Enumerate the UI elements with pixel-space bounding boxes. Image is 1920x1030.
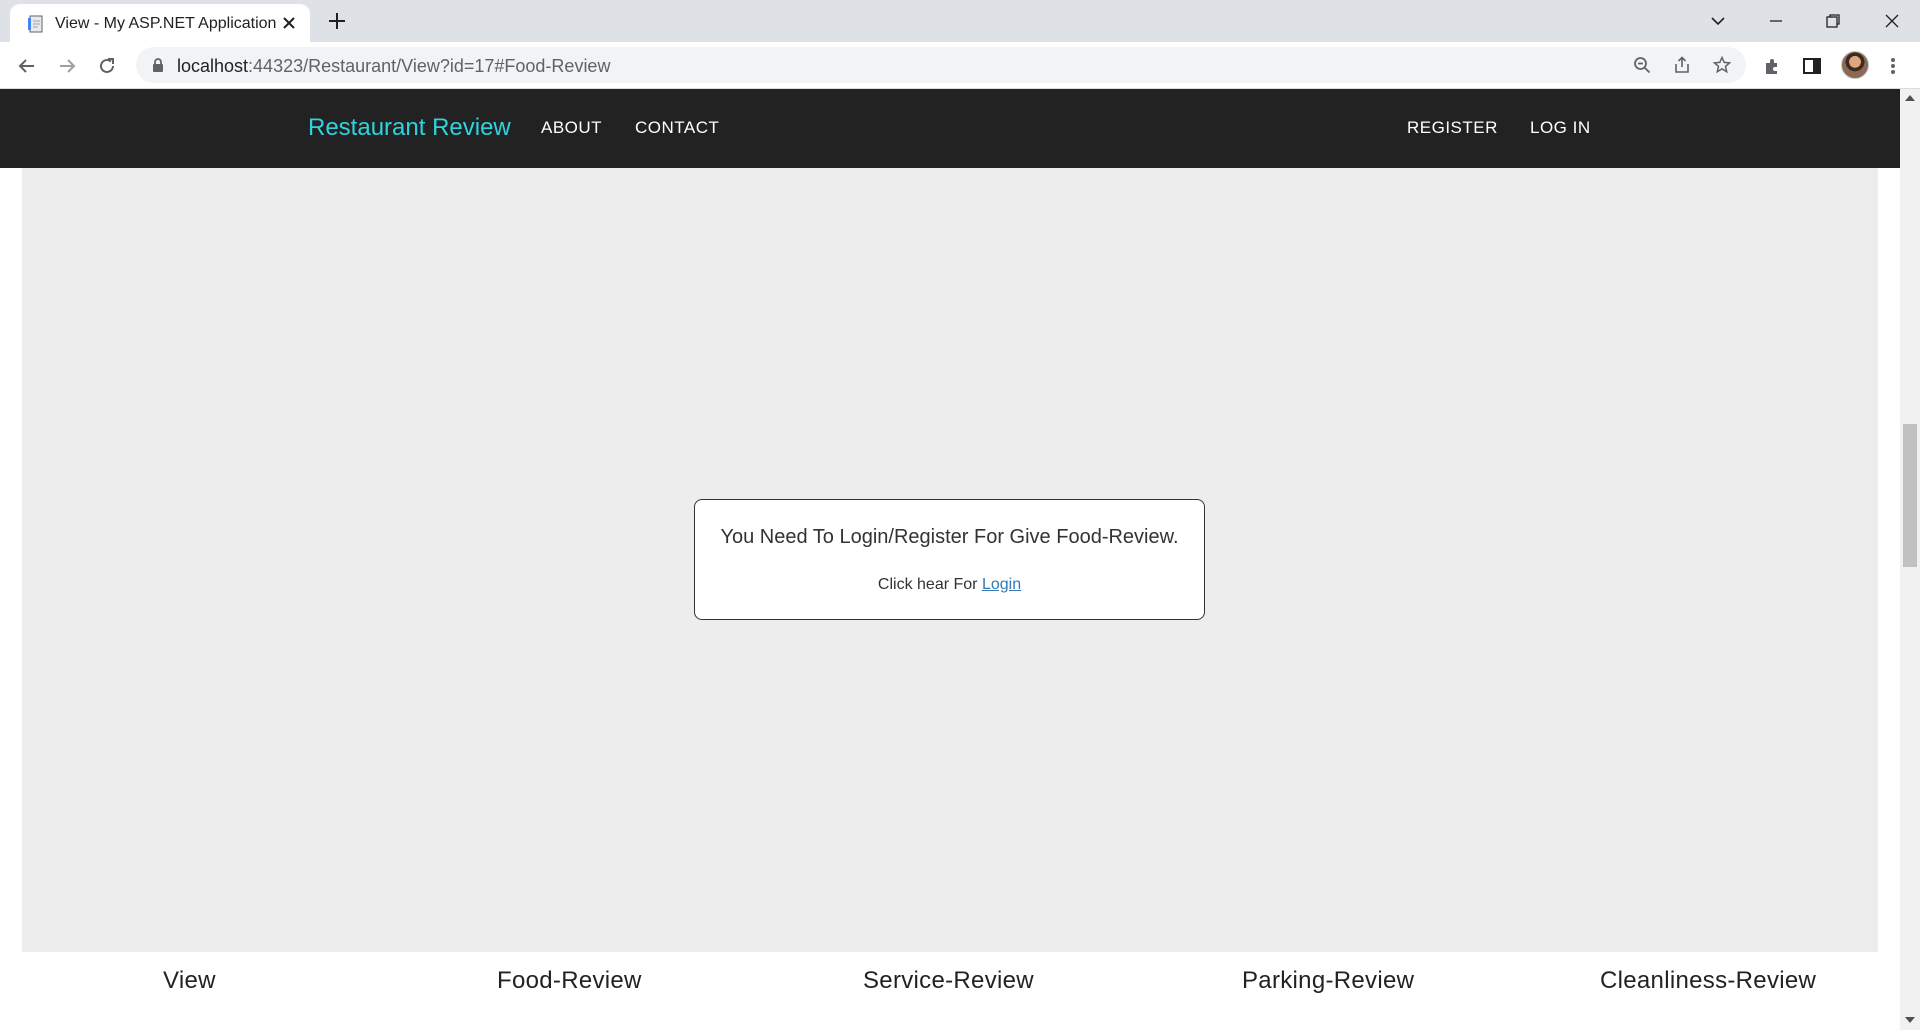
tab-cleanliness-review[interactable]: Cleanliness-Review <box>1600 967 1816 995</box>
extensions-icon[interactable] <box>1760 54 1784 78</box>
kebab-menu-icon[interactable] <box>1881 54 1905 78</box>
tab-title: View - My ASP.NET Application <box>55 15 277 32</box>
nav-about-link[interactable]: ABOUT <box>541 118 602 138</box>
tab-view[interactable]: View <box>163 967 216 995</box>
page-icon <box>28 15 43 33</box>
tab-service-review[interactable]: Service-Review <box>863 967 1034 995</box>
close-window-icon[interactable] <box>1872 6 1912 36</box>
tab-search-icon[interactable] <box>1698 6 1738 36</box>
page-viewport: Restaurant Review ABOUT CONTACT REGISTER… <box>0 89 1920 1030</box>
review-tab-bar: View Food-Review Service-Review Parking-… <box>0 952 1900 1030</box>
new-tab-icon[interactable] <box>326 10 348 32</box>
forward-icon[interactable] <box>55 54 79 78</box>
nav-login-link[interactable]: LOG IN <box>1530 118 1591 138</box>
login-required-notice: You Need To Login/Register For Give Food… <box>694 499 1205 620</box>
brand-link[interactable]: Restaurant Review <box>308 114 511 142</box>
share-icon[interactable] <box>1671 54 1693 76</box>
address-bar[interactable]: localhost:44323/Restaurant/View?id=17#Fo… <box>136 47 1746 83</box>
browser-tab[interactable]: View - My ASP.NET Application <box>10 4 310 42</box>
notice-login-line: Click hear For Login <box>695 576 1204 594</box>
close-tab-icon[interactable] <box>280 14 298 32</box>
side-panel-icon[interactable] <box>1800 54 1824 78</box>
nav-contact-link[interactable]: CONTACT <box>635 118 719 138</box>
back-icon[interactable] <box>15 54 39 78</box>
scroll-up-arrow-icon[interactable] <box>1905 95 1915 101</box>
login-link[interactable]: Login <box>982 576 1021 593</box>
tab-parking-review[interactable]: Parking-Review <box>1242 967 1414 995</box>
zoom-icon[interactable] <box>1631 54 1653 76</box>
reload-icon[interactable] <box>95 54 119 78</box>
browser-toolbar: localhost:44323/Restaurant/View?id=17#Fo… <box>0 42 1920 89</box>
lock-icon[interactable] <box>150 57 166 73</box>
nav-register-link[interactable]: REGISTER <box>1407 118 1498 138</box>
notice-message: You Need To Login/Register For Give Food… <box>720 526 1179 548</box>
url-text[interactable]: localhost:44323/Restaurant/View?id=17#Fo… <box>177 56 610 77</box>
notice-link-prefix: Click hear For <box>877 576 982 593</box>
profile-avatar[interactable] <box>1841 51 1869 79</box>
minimize-icon[interactable] <box>1756 6 1796 36</box>
tab-food-review[interactable]: Food-Review <box>497 967 642 995</box>
page-scrollbar[interactable] <box>1900 89 1920 1030</box>
site-navbar: Restaurant Review ABOUT CONTACT REGISTER… <box>0 89 1900 168</box>
scroll-down-arrow-icon[interactable] <box>1905 1017 1915 1023</box>
restore-icon[interactable] <box>1813 6 1853 36</box>
browser-tabstrip: View - My ASP.NET Application <box>0 0 1920 42</box>
scroll-thumb[interactable] <box>1903 424 1917 567</box>
bookmark-star-icon[interactable] <box>1711 54 1733 76</box>
